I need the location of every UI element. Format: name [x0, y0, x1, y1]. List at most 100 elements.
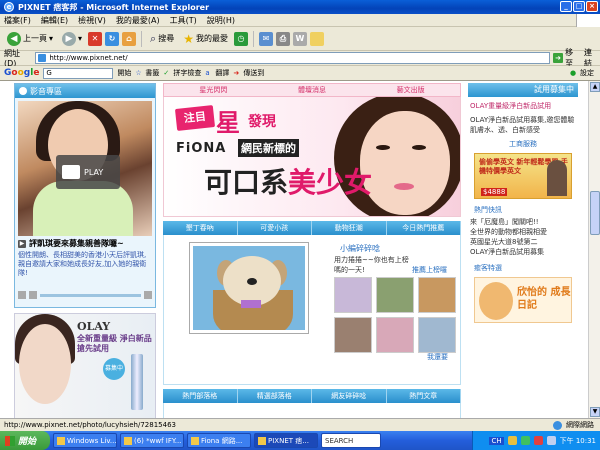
- tab-kenting[interactable]: 墾丁春吶: [163, 221, 238, 235]
- address-input[interactable]: http://www.pixnet.net/: [35, 52, 551, 64]
- tab-animals[interactable]: 動物狂潮: [312, 221, 387, 235]
- speaker-icon[interactable]: [546, 436, 556, 445]
- featured-banner[interactable]: 注目 星 發現 FiONA 網民新標的 可口系美少女: [163, 97, 461, 217]
- tab-sports[interactable]: 體壇消息: [263, 84, 362, 96]
- banner-model-image: [412, 145, 426, 150]
- back-button[interactable]: ◀ 上一頁 ▾: [4, 30, 56, 48]
- diary-ad-banner[interactable]: 欣怡的 成長日記: [474, 277, 572, 323]
- minimize-button[interactable]: _: [560, 1, 572, 12]
- menu-file[interactable]: 檔案(F): [4, 15, 31, 26]
- status-url: http://www.pixnet.net/photo/lucyhsieh/72…: [4, 421, 176, 429]
- messenger-icon[interactable]: [309, 31, 324, 46]
- spellcheck-icon: ✓: [163, 69, 170, 77]
- language-indicator[interactable]: CH: [489, 436, 504, 445]
- favorites-button[interactable]: ★ 我的最愛: [180, 30, 231, 48]
- tab-featured-blogs[interactable]: 精選部落格: [238, 389, 312, 403]
- photo-thumbnail[interactable]: [418, 317, 456, 353]
- more-photos-link[interactable]: 我還要: [427, 352, 448, 362]
- hot-news-item[interactable]: 全世界的動物都相親相愛: [470, 227, 576, 237]
- menu-tools[interactable]: 工具(T): [170, 15, 197, 26]
- tab-user-chatter[interactable]: 網友碎碎唸: [312, 389, 387, 403]
- menu-view[interactable]: 檢視(V): [78, 15, 106, 26]
- mail-icon[interactable]: ✉: [258, 31, 273, 46]
- scroll-up-arrow-icon[interactable]: ▲: [590, 82, 600, 92]
- history-icon[interactable]: ◷: [233, 31, 248, 46]
- google-search-input[interactable]: G: [43, 67, 114, 79]
- pause-icon[interactable]: [18, 291, 26, 299]
- translate-button[interactable]: a 翻譯: [205, 68, 229, 78]
- windows-flag-icon: [5, 435, 15, 446]
- hot-news-item[interactable]: OLAY淨白新品試用募集: [470, 247, 576, 257]
- search-button[interactable]: ⌕ 搜尋: [147, 30, 177, 48]
- tab-arts[interactable]: 藝文出版: [361, 84, 460, 96]
- tab-hot-blogs[interactable]: 熱門部落格: [163, 389, 238, 403]
- taskbar-item[interactable]: (6) *wwf IFY...: [120, 433, 184, 448]
- tab-stars[interactable]: 星光閃閃: [164, 84, 263, 96]
- tray-icon[interactable]: [533, 436, 543, 445]
- taskbar-item-label: Windows Liv...: [67, 436, 117, 445]
- featured-photo: [247, 278, 257, 285]
- status-bar: http://www.pixnet.net/photo/lucyhsieh/72…: [0, 418, 600, 431]
- video-title-link[interactable]: ▶ 評凱琪要來募集親善隊囉~: [18, 238, 152, 249]
- olay-trial-link[interactable]: OLAY重量級淨白新品試用: [470, 101, 576, 111]
- hot-news-item[interactable]: 英國星光大道8號第二: [470, 237, 576, 247]
- taskbar-search-box[interactable]: SEARCH: [321, 433, 381, 448]
- settings-button[interactable]: ● 設定: [570, 68, 594, 78]
- home-icon[interactable]: ⌂: [122, 31, 137, 46]
- photo-thumbnail[interactable]: [376, 317, 414, 353]
- right-column: 試用募集中 OLAY重量級淨白新品試用 OLAY淨白新品試用募集,邀您體驗肌膚水…: [468, 83, 578, 327]
- vertical-scrollbar[interactable]: ▲ ▼: [588, 81, 600, 418]
- app-icon: [191, 436, 199, 445]
- google-start-button[interactable]: 開始: [117, 68, 131, 78]
- forward-button[interactable]: ▶ ▾: [59, 30, 85, 48]
- tray-icon[interactable]: [520, 436, 530, 445]
- print-icon[interactable]: ⎙: [275, 31, 290, 46]
- stop-icon[interactable]: ✕: [88, 31, 103, 46]
- bookmarks-button[interactable]: ☆ 書籤: [135, 68, 159, 78]
- photo-thumbnail[interactable]: [334, 277, 372, 313]
- address-url: http://www.pixnet.net/: [49, 54, 128, 62]
- video-progress-bar[interactable]: [40, 293, 141, 297]
- menu-favorites[interactable]: 我的最愛(A): [116, 15, 160, 26]
- menu-help[interactable]: 說明(H): [207, 15, 235, 26]
- hot-recommend-link[interactable]: 推薦上榜囉: [412, 265, 447, 275]
- tab-today-hot[interactable]: 今日熱門推薦: [387, 221, 461, 235]
- maximize-button[interactable]: □: [573, 1, 585, 12]
- banner-discover-text: 發現: [248, 114, 276, 130]
- spellcheck-button[interactable]: ✓ 拼字檢查: [163, 68, 201, 78]
- taskbar: 開始 Windows Liv... (6) *wwf IFY... Fiona …: [0, 431, 600, 450]
- volume-icon[interactable]: [144, 291, 152, 299]
- business-service-link[interactable]: 工商服務: [468, 139, 578, 149]
- taskbar-item[interactable]: Fiona 網路...: [187, 433, 251, 448]
- scrollbar-thumb[interactable]: [590, 191, 600, 235]
- edit-icon[interactable]: W: [292, 31, 307, 46]
- stop-icon[interactable]: [29, 291, 37, 299]
- sendto-button[interactable]: ➜ 傳送到: [233, 68, 264, 78]
- center-column: 星光閃閃 體壇消息 藝文出版 注目 星 發現 FiONA 網民新標的 可口系美少…: [163, 83, 461, 418]
- hot-news-item[interactable]: 來「厄魔島」闖關吧!!: [470, 217, 576, 227]
- photo-thumbnail[interactable]: [418, 277, 456, 313]
- refresh-icon[interactable]: ↻: [105, 31, 120, 46]
- tab-hot-articles[interactable]: 熱門文章: [387, 389, 461, 403]
- tab-kids[interactable]: 可愛小孩: [238, 221, 312, 235]
- taskbar-item-label: Fiona 網路...: [201, 436, 243, 445]
- app-icon: [57, 436, 65, 445]
- olay-subtitle: 全新重量級 淨白新品搶先試用: [77, 334, 152, 353]
- video-player[interactable]: PLAY: [18, 101, 152, 236]
- menu-edit[interactable]: 編輯(E): [41, 15, 68, 26]
- english-ad-banner[interactable]: 偷偷學英文 新年輕鬆學習 手機特價學英文 $4888: [474, 153, 572, 199]
- tray-icon[interactable]: [507, 436, 517, 445]
- play-button[interactable]: PLAY: [56, 155, 120, 189]
- photo-thumbnail[interactable]: [376, 277, 414, 313]
- taskbar-item-active[interactable]: PIXNET 痞...: [254, 433, 318, 448]
- start-button[interactable]: 開始: [0, 431, 50, 450]
- special-picks-title: 癒客特選: [474, 264, 502, 272]
- settings-label: 設定: [580, 69, 594, 77]
- close-button[interactable]: ×: [586, 1, 598, 12]
- scroll-down-arrow-icon[interactable]: ▼: [590, 407, 600, 417]
- taskbar-item[interactable]: Windows Liv...: [53, 433, 117, 448]
- camera-icon: [62, 165, 80, 179]
- olay-ad-banner[interactable]: OLAY 全新重量級 淨白新品搶先試用 募集中: [14, 313, 156, 418]
- photo-thumbnail[interactable]: [334, 317, 372, 353]
- featured-photo[interactable]: [190, 243, 308, 333]
